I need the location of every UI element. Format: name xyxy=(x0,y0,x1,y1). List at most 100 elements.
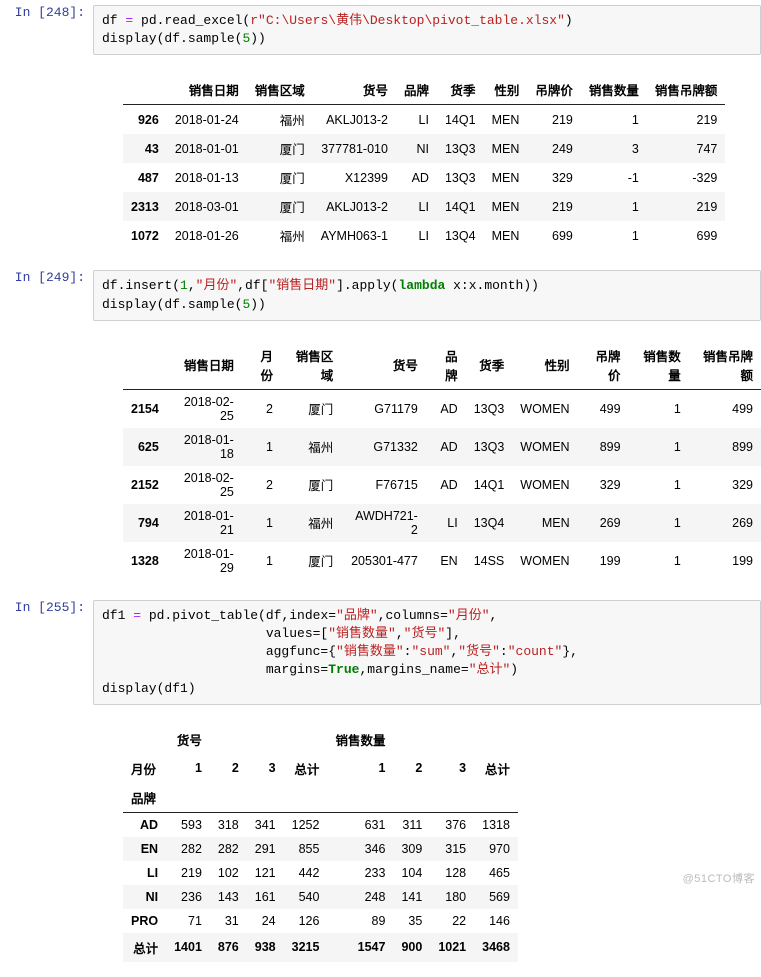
column-header: 销售吊牌额 xyxy=(647,75,726,105)
column-header xyxy=(327,783,393,813)
table-row: 21542018-02-252厦门G71179AD13Q3WOMEN499149… xyxy=(123,389,761,428)
table-cell: PRO xyxy=(123,909,166,933)
table-cell: 1021 xyxy=(430,933,474,962)
table-cell: 465 xyxy=(474,861,518,885)
table-cell: 3215 xyxy=(284,933,328,962)
table-row: 6252018-01-181福州G71332AD13Q3WOMEN8991899 xyxy=(123,428,761,466)
table-cell: 14Q1 xyxy=(466,466,513,504)
table-cell: G71332 xyxy=(341,428,426,466)
table-cell: 1 xyxy=(629,389,689,428)
column-header: 货号 xyxy=(341,341,426,390)
column-header xyxy=(393,725,430,754)
table-cell: 71 xyxy=(166,909,210,933)
table-cell: 1 xyxy=(629,428,689,466)
table-cell: AYMH063-1 xyxy=(313,221,396,250)
column-header: 2 xyxy=(210,754,247,783)
table-cell: 14Q1 xyxy=(437,192,484,221)
column-header: 货季 xyxy=(437,75,484,105)
table-row: PRO713124126893522146 xyxy=(123,909,518,933)
column-header: 销售数量 xyxy=(629,341,689,390)
column-header: 货号 xyxy=(313,75,396,105)
dataframe-table-1: 销售日期销售区域货号品牌货季性别吊牌价销售数量销售吊牌额 9262018-01-… xyxy=(123,75,725,250)
table-cell: 14Q1 xyxy=(437,105,484,135)
table-cell: 1547 xyxy=(327,933,393,962)
table-cell: 269 xyxy=(578,504,629,542)
table-cell: NI xyxy=(396,134,437,163)
table-cell: AD xyxy=(426,389,466,428)
table-cell: 291 xyxy=(247,837,284,861)
table-cell: 315 xyxy=(430,837,474,861)
table-cell: 2313 xyxy=(123,192,167,221)
table-cell: 89 xyxy=(327,909,393,933)
pivot-table-3: 货号销售数量 月份123总计123总计 品牌 AD593318341125263… xyxy=(123,725,518,962)
table-cell: MEN xyxy=(484,221,528,250)
code-input-3[interactable]: df1 = pd.pivot_table(df,index="品牌",colum… xyxy=(93,600,761,705)
column-header: 性别 xyxy=(512,341,577,390)
table-cell: EN xyxy=(123,837,166,861)
column-header xyxy=(474,725,518,754)
table-cell: 180 xyxy=(430,885,474,909)
column-header: 1 xyxy=(327,754,393,783)
table-cell: 1 xyxy=(242,428,281,466)
table-row: 10722018-01-26福州AYMH063-1LI13Q4MEN699169… xyxy=(123,221,725,250)
column-header xyxy=(284,725,328,754)
table-cell: 926 xyxy=(123,105,167,135)
table-cell: LI xyxy=(396,221,437,250)
table-cell: 569 xyxy=(474,885,518,909)
table-cell: AD xyxy=(396,163,437,192)
table-cell: 329 xyxy=(578,466,629,504)
table-cell: MEN xyxy=(484,163,528,192)
table-cell: 1252 xyxy=(284,812,328,837)
code-input-2[interactable]: df.insert(1,"月份",df["销售日期"].apply(lambda… xyxy=(93,270,761,320)
table-cell: 1 xyxy=(242,504,281,542)
table-cell: 厦门 xyxy=(247,134,313,163)
table-cell: 747 xyxy=(647,134,726,163)
table-row: 总计14018769383215154790010213468 xyxy=(123,933,518,962)
table-cell: 219 xyxy=(647,105,726,135)
table-row: NI236143161540248141180569 xyxy=(123,885,518,909)
column-header xyxy=(210,725,247,754)
table-cell: WOMEN xyxy=(512,466,577,504)
table-cell: 2 xyxy=(242,466,281,504)
table-cell: 794 xyxy=(123,504,167,542)
column-header: 2 xyxy=(393,754,430,783)
table-cell: 2018-01-21 xyxy=(167,504,242,542)
table-cell: 2152 xyxy=(123,466,167,504)
column-header: 月份 xyxy=(123,754,166,783)
table-cell: LI xyxy=(396,192,437,221)
table-cell: 1 xyxy=(581,192,647,221)
table-cell: 249 xyxy=(527,134,581,163)
table-cell: 219 xyxy=(647,192,726,221)
column-header: 货季 xyxy=(466,341,513,390)
table-cell: 2018-01-24 xyxy=(167,105,247,135)
table-cell: 厦门 xyxy=(247,163,313,192)
table-cell: 2018-01-01 xyxy=(167,134,247,163)
table-cell: MEN xyxy=(484,192,528,221)
table-cell: 346 xyxy=(327,837,393,861)
table-cell: AD xyxy=(123,812,166,837)
table-cell: 593 xyxy=(166,812,210,837)
column-header: 1 xyxy=(166,754,210,783)
column-header xyxy=(474,783,518,813)
table-cell: 899 xyxy=(578,428,629,466)
table-cell: 3468 xyxy=(474,933,518,962)
column-header xyxy=(210,783,247,813)
table-cell: 128 xyxy=(430,861,474,885)
table-cell: 1 xyxy=(242,542,281,580)
table-cell: 总计 xyxy=(123,933,166,962)
column-header xyxy=(393,783,430,813)
output-cell-3: 货号销售数量 月份123总计123总计 品牌 AD593318341125263… xyxy=(0,710,761,977)
column-header: 月份 xyxy=(242,341,281,390)
table-cell: 厦门 xyxy=(281,389,341,428)
table-cell: 126 xyxy=(284,909,328,933)
table-row: 432018-01-01厦门377781-010NI13Q3MEN2493747 xyxy=(123,134,725,163)
table-cell: 13Q4 xyxy=(437,221,484,250)
column-header xyxy=(430,725,474,754)
table-cell: G71179 xyxy=(341,389,426,428)
column-header: 销售数量 xyxy=(581,75,647,105)
table-cell: 631 xyxy=(327,812,393,837)
table-cell: -329 xyxy=(647,163,726,192)
table-cell: AD xyxy=(426,466,466,504)
table-cell: 福州 xyxy=(281,428,341,466)
code-input-1[interactable]: df = pd.read_excel(r"C:\Users\黄伟\Desktop… xyxy=(93,5,761,55)
